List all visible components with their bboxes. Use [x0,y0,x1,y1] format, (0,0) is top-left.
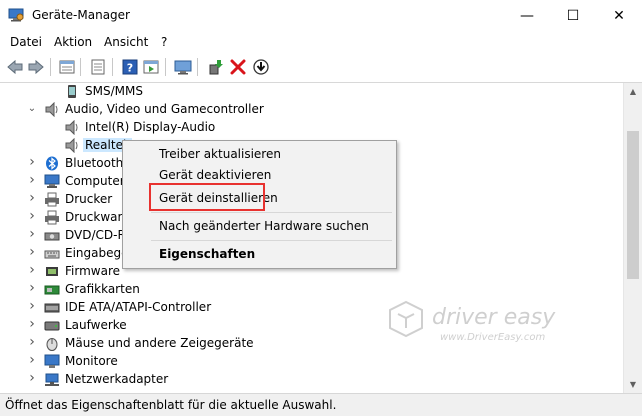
menu-aktion[interactable]: Aktion [54,35,92,49]
close-button[interactable]: ✕ [596,0,642,31]
vertical-scrollbar[interactable]: ▲ ▼ [623,83,642,393]
expand-arrow-icon[interactable]: › [27,334,37,350]
expand-arrow-icon[interactable]: › [27,316,37,332]
expand-arrow-icon[interactable]: › [27,280,37,296]
close-icon: ✕ [613,7,625,24]
firmware-icon [46,267,58,276]
expand-arrow-icon[interactable]: › [27,226,37,242]
highlight-box [149,183,265,211]
expand-arrow-icon[interactable]: › [27,244,37,260]
tree-row[interactable]: › Netzwerkadapter [0,370,624,389]
speaker-icon [65,138,78,153]
tree-item-label: Intel(R) Display-Audio [85,120,216,134]
run-action-icon[interactable] [142,59,160,75]
menu-item-scan-hardware[interactable]: Nach geänderter Hardware suchen [159,219,369,233]
speaker-icon [45,102,58,117]
status-bar: Öffnet das Eigenschaftenblatt für die ak… [0,393,642,416]
menu-item-disable-device[interactable]: Gerät deaktivieren [159,168,271,182]
tree-item-label: Grafikkarten [65,282,140,296]
tree-item-label: DVD/CD-R [65,228,126,242]
mouse-icon [46,338,58,351]
minimize-button[interactable]: — [504,0,550,31]
menu-item-update-driver[interactable]: Treiber aktualisieren [159,147,281,161]
tree-row[interactable]: Intel(R) Display-Audio [0,119,624,137]
expand-arrow-icon[interactable]: › [27,262,37,278]
tree-item-label: Netzwerkadapter [65,372,169,386]
expand-arrow-icon[interactable]: › [27,190,37,206]
bluetooth-icon [46,156,58,171]
network-adapter-icon [45,373,59,386]
tree-item-label: Bluetooth [65,156,124,170]
tree-item-label: Mäuse und andere Zeigegeräte [65,336,254,350]
disk-drive-icon [44,321,60,331]
sms-device-icon [68,85,76,98]
toolbar-separator [197,58,198,76]
maximize-icon: ☐ [566,7,580,24]
device-manager-icon [8,8,24,22]
uninstall-icon[interactable] [229,59,247,75]
toolbar-separator [112,58,113,76]
svg-text:?: ? [127,62,133,75]
printer-icon [45,210,59,225]
monitor-icon [44,354,60,368]
svg-text:driver easy: driver easy [432,305,556,330]
speaker-icon [65,120,78,135]
toolbar: ? [0,52,642,83]
dvd-icon [44,232,60,241]
expand-arrow-icon[interactable]: › [27,298,37,314]
menu-help[interactable]: ? [161,35,167,49]
status-text: Öffnet das Eigenschaftenblatt für die ak… [5,398,337,412]
update-driver-icon[interactable] [207,59,225,75]
expand-arrow-icon[interactable]: › [27,154,37,170]
display-adapter-icon [44,285,60,295]
tree-item-label: Audio, Video und Gamecontroller [65,102,264,116]
expand-arrow-icon[interactable]: › [27,370,37,386]
tree-item-label: Firmware [65,264,120,278]
svg-text:www.DriverEasy.com: www.DriverEasy.com [440,332,545,343]
toolbar-separator [50,58,51,76]
tree-row[interactable]: › Monitore [0,352,624,371]
help-icon[interactable]: ? [121,59,139,75]
expand-arrow-icon[interactable]: › [27,352,37,368]
ide-controller-icon [44,303,60,313]
title-bar: Geräte-Manager — ☐ ✕ [0,0,642,31]
menu-item-properties[interactable]: Eigenschaften [159,247,255,261]
tree-item-label: Laufwerke [65,318,127,332]
tree-item-label: Computer [65,174,125,188]
driver-easy-watermark: driver easy www.DriverEasy.com [389,300,556,343]
tree-item-label: Drucker [65,192,113,206]
toolbar-separator [80,58,81,76]
scroll-down-button[interactable]: ▼ [624,376,642,393]
download-driver-icon[interactable] [252,59,270,75]
scrollbar-thumb[interactable] [627,131,639,279]
printer-icon [45,192,59,207]
view-list-icon[interactable] [58,59,76,75]
tree-row[interactable]: SMS/MMS [0,83,624,101]
tree-item-label: SMS/MMS [85,84,143,98]
expand-arrow-icon[interactable]: › [27,172,37,188]
tree-item-label: IDE ATA/ATAPI-Controller [65,300,212,314]
scroll-up-button[interactable]: ▲ [624,83,642,100]
forward-icon[interactable] [27,59,45,75]
window-title: Geräte-Manager [32,8,130,22]
menu-datei[interactable]: Datei [10,35,42,49]
back-icon[interactable] [6,59,24,75]
keyboard-icon [44,250,60,259]
minimize-icon: — [520,7,534,24]
collapse-arrow-icon[interactable]: ⌄ [27,103,37,114]
scan-hardware-icon[interactable] [174,59,192,75]
menu-ansicht[interactable]: Ansicht [104,35,148,49]
properties-sheet-icon[interactable] [89,59,107,75]
computer-icon [44,174,60,188]
toolbar-separator [165,58,166,76]
menu-bar: Datei Aktion Ansicht ? [0,31,642,52]
tree-item-label: Monitore [65,354,118,368]
menu-separator [151,240,392,241]
tree-row[interactable]: ⌄ Audio, Video und Gamecontroller [0,101,624,119]
menu-separator [151,212,392,213]
maximize-button[interactable]: ☐ [550,0,596,31]
expand-arrow-icon[interactable]: › [27,208,37,224]
